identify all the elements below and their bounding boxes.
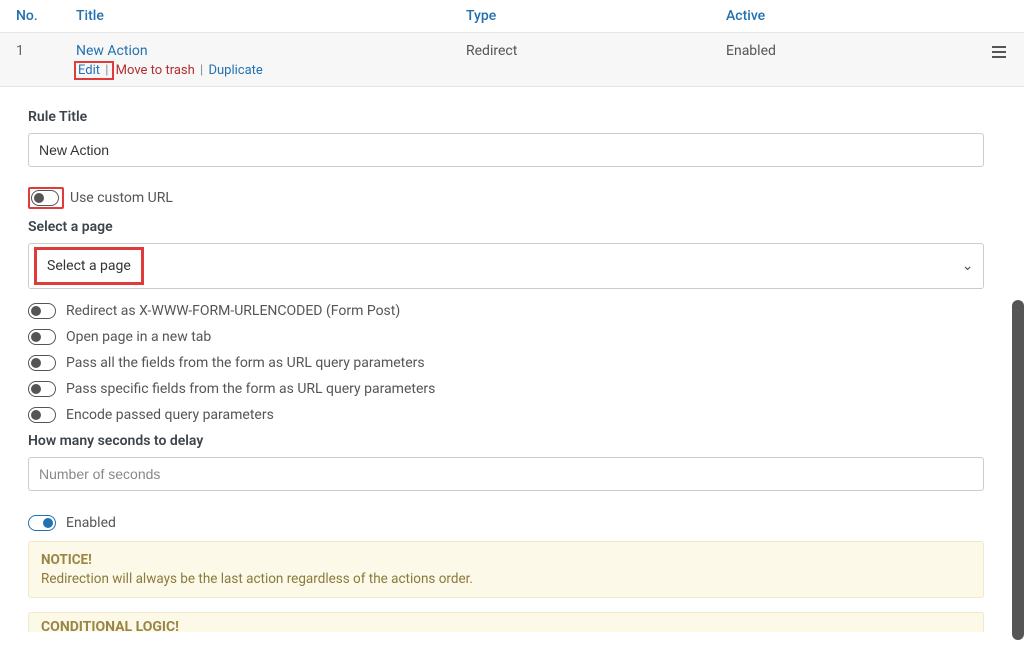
edit-link[interactable]: Edit <box>78 63 100 78</box>
conditional-logic-heading: CONDITIONAL LOGIC! <box>28 612 984 632</box>
rule-title-input[interactable] <box>28 133 984 167</box>
new-tab-row: Open page in a new tab <box>28 329 1004 345</box>
header-no[interactable]: No. <box>16 8 76 24</box>
drag-icon <box>990 43 1008 61</box>
form-post-row: Redirect as X-WWW-FORM-URLENCODED (Form … <box>28 303 1004 319</box>
rule-row: 1 New Action Edit | Move to trash | Dupl… <box>0 33 1024 87</box>
drag-handle[interactable] <box>978 43 1008 65</box>
header-title[interactable]: Title <box>76 8 466 24</box>
use-custom-url-row: Use custom URL <box>28 187 1004 209</box>
trash-link[interactable]: Move to trash <box>116 63 195 78</box>
use-custom-url-highlight <box>28 187 64 209</box>
row-active: Enabled <box>726 43 978 59</box>
header-active[interactable]: Active <box>726 8 1008 24</box>
use-custom-url-toggle[interactable] <box>31 190 59 206</box>
pass-all-label: Pass all the fields from the form as URL… <box>66 355 425 371</box>
form-post-toggle[interactable] <box>28 303 56 319</box>
select-page-value: Select a page <box>39 252 139 280</box>
row-number: 1 <box>16 43 76 59</box>
pass-all-toggle[interactable] <box>28 355 56 371</box>
separator: | <box>103 63 110 78</box>
new-tab-toggle[interactable] <box>28 329 56 345</box>
separator: | <box>198 63 205 78</box>
form-post-label: Redirect as X-WWW-FORM-URLENCODED (Form … <box>66 303 400 319</box>
encode-toggle[interactable] <box>28 407 56 423</box>
delay-label: How many seconds to delay <box>28 433 1004 449</box>
duplicate-link[interactable]: Duplicate <box>208 63 262 78</box>
select-page-label: Select a page <box>28 219 1004 235</box>
pass-all-row: Pass all the fields from the form as URL… <box>28 355 1004 371</box>
encode-label: Encode passed query parameters <box>66 407 274 423</box>
row-type: Redirect <box>466 43 726 59</box>
row-title-link[interactable]: New Action <box>76 43 466 59</box>
header-type[interactable]: Type <box>466 8 726 24</box>
rule-title-label: Rule Title <box>28 109 1004 125</box>
delay-input[interactable] <box>28 457 984 491</box>
edit-highlight: Edit | <box>74 61 114 80</box>
notice-text: Redirection will always be the last acti… <box>41 571 971 587</box>
encode-row: Encode passed query parameters <box>28 407 1004 423</box>
rule-editor: Rule Title Use custom URL Select a page … <box>0 87 1024 632</box>
notice-box: NOTICE! Redirection will always be the l… <box>28 541 984 598</box>
pass-specific-toggle[interactable] <box>28 381 56 397</box>
enabled-row: Enabled <box>28 515 1004 531</box>
use-custom-url-label: Use custom URL <box>70 190 173 206</box>
chevron-down-icon: ⌄ <box>962 258 974 274</box>
enabled-label: Enabled <box>66 515 116 531</box>
notice-heading: NOTICE! <box>41 552 971 568</box>
row-actions: Edit | Move to trash | Duplicate <box>76 63 466 78</box>
select-page-dropdown[interactable]: Select a page ⌄ <box>28 243 984 289</box>
pass-specific-row: Pass specific fields from the form as UR… <box>28 381 1004 397</box>
scrollbar[interactable] <box>1012 300 1024 640</box>
rules-table-header: No. Title Type Active <box>0 0 1024 33</box>
select-page-highlight: Select a page <box>34 247 144 285</box>
pass-specific-label: Pass specific fields from the form as UR… <box>66 381 435 397</box>
new-tab-label: Open page in a new tab <box>66 329 211 345</box>
enabled-toggle[interactable] <box>28 515 56 531</box>
